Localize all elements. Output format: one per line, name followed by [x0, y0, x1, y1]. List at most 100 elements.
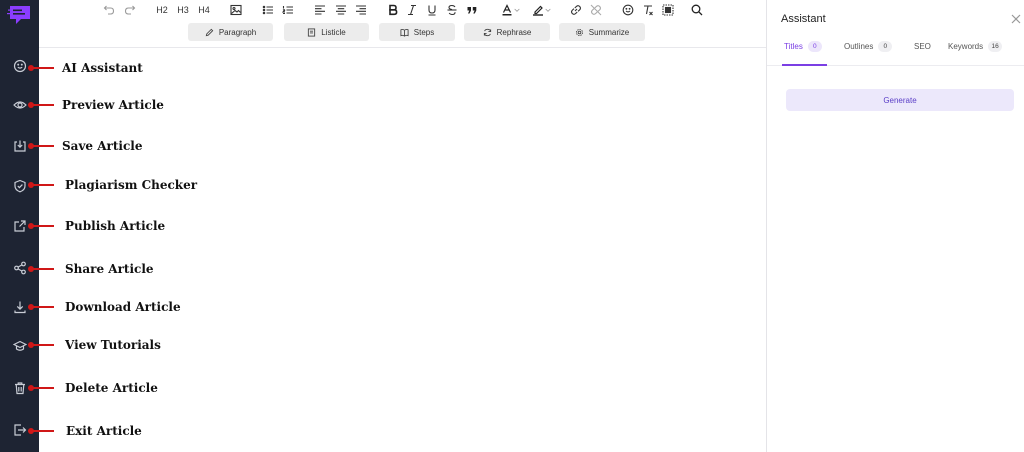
refresh-icon: [483, 28, 491, 36]
trash-icon: [15, 382, 25, 395]
align-left-button[interactable]: [313, 2, 327, 18]
annotation-save-article: Save Article: [28, 138, 142, 154]
annotation-label: Exit Article: [66, 424, 142, 438]
red-arrow-icon: [28, 426, 54, 436]
red-arrow-icon: [28, 100, 54, 110]
generate-button[interactable]: Generate: [786, 89, 1014, 111]
red-arrow-icon: [28, 340, 54, 350]
align-right-icon: [356, 5, 366, 15]
download-icon: [14, 301, 26, 314]
chevron-down-icon: [545, 8, 551, 12]
strikethrough-button[interactable]: [445, 2, 459, 18]
red-arrow-icon: [28, 383, 54, 393]
save-icon: [14, 140, 26, 152]
share-icon: [14, 261, 26, 275]
redo-button[interactable]: [123, 2, 137, 18]
tab-seo[interactable]: SEO: [914, 42, 931, 66]
link-icon: [571, 5, 581, 15]
emoji-icon: [622, 4, 634, 16]
bullet-list-icon: [262, 5, 273, 15]
blockquote-button[interactable]: [465, 2, 479, 18]
paragraph-button[interactable]: Paragraph: [188, 23, 273, 41]
search-icon: [691, 4, 703, 16]
close-icon[interactable]: [1010, 13, 1022, 25]
tab-label: Keywords: [948, 42, 984, 51]
italic-button[interactable]: [405, 2, 419, 18]
book-icon: [400, 28, 409, 37]
tab-titles[interactable]: Titles 0: [782, 41, 827, 66]
align-center-icon: [336, 5, 346, 15]
annotation-ai-assistant: AI Assistant: [28, 60, 143, 76]
assistant-tabs: Titles 0 Outlines 0 SEO Keywords 16: [767, 36, 1024, 66]
tab-keywords[interactable]: Keywords 16: [948, 41, 1003, 66]
assistant-panel: Assistant Titles 0 Outlines 0 SEO Keywor…: [766, 0, 1024, 452]
annotation-label: View Tutorials: [65, 338, 161, 352]
listicle-label: Listicle: [321, 27, 346, 37]
clear-format-button[interactable]: [641, 2, 655, 18]
listicle-button[interactable]: Listicle: [284, 23, 369, 41]
bold-button[interactable]: [386, 2, 400, 18]
count-badge: 16: [988, 41, 1003, 52]
insert-image-button[interactable]: [229, 2, 243, 18]
redo-icon: [124, 5, 136, 15]
app-logo-icon[interactable]: [7, 4, 33, 26]
align-center-button[interactable]: [334, 2, 348, 18]
annotation-view-tutorials: View Tutorials: [28, 337, 161, 353]
tab-outlines[interactable]: Outlines 0: [844, 41, 893, 66]
eye-icon: [13, 101, 27, 109]
clear-format-icon: [644, 5, 653, 16]
summarize-button[interactable]: Summarize: [559, 23, 645, 41]
heading-2-button[interactable]: H2: [154, 2, 170, 18]
editor-toolbar: H2 H3 H4 Paragraph Listicle Steps Rephra…: [39, 0, 766, 48]
annotation-download-article: Download Article: [28, 299, 181, 315]
heading-3-label: H3: [177, 5, 189, 15]
shield-check-icon: [14, 179, 26, 193]
undo-button[interactable]: [102, 2, 116, 18]
heading-2-label: H2: [156, 5, 168, 15]
search-button[interactable]: [690, 2, 704, 18]
red-arrow-icon: [28, 221, 54, 231]
annotation-delete-article: Delete Article: [28, 380, 158, 396]
exit-icon: [14, 424, 27, 436]
strikethrough-icon: [447, 4, 457, 16]
heading-3-button[interactable]: H3: [175, 2, 191, 18]
annotation-label: Publish Article: [65, 219, 166, 233]
bold-icon: [389, 4, 398, 16]
paragraph-label: Paragraph: [218, 27, 257, 37]
steps-button[interactable]: Steps: [379, 23, 455, 41]
tab-label: Titles: [784, 42, 803, 51]
text-color-dropdown[interactable]: [498, 2, 524, 18]
unlink-icon: [590, 4, 602, 16]
annotation-label: Plagiarism Checker: [65, 178, 198, 192]
count-badge: 0: [878, 41, 893, 52]
highlight-color-dropdown[interactable]: [529, 2, 555, 18]
numbered-list-button[interactable]: [281, 2, 295, 18]
italic-icon: [408, 4, 416, 16]
align-right-button[interactable]: [354, 2, 368, 18]
emoji-button[interactable]: [621, 2, 635, 18]
annotation-publish-article: Publish Article: [28, 218, 165, 234]
underline-button[interactable]: [425, 2, 439, 18]
blockquote-icon: [467, 7, 477, 14]
numbered-list-icon: [282, 6, 293, 15]
gear-icon: [575, 28, 583, 36]
insert-link-button[interactable]: [569, 2, 583, 18]
underline-icon: [428, 5, 436, 16]
select-all-button[interactable]: [661, 2, 675, 18]
annotation-label: AI Assistant: [62, 61, 143, 75]
heading-4-button[interactable]: H4: [196, 2, 212, 18]
generate-label: Generate: [883, 95, 917, 105]
rephrase-button[interactable]: Rephrase: [464, 23, 550, 41]
remove-link-button[interactable]: [589, 2, 603, 18]
annotation-label: Download Article: [65, 300, 181, 314]
summarize-label: Summarize: [588, 27, 630, 37]
align-left-icon: [315, 5, 325, 15]
red-arrow-icon: [28, 264, 54, 274]
bullet-list-button[interactable]: [261, 2, 275, 18]
red-arrow-icon: [28, 141, 54, 151]
annotation-label: Delete Article: [65, 381, 158, 395]
graduation-cap-icon: [13, 340, 27, 351]
steps-label: Steps: [413, 27, 435, 37]
chevron-down-icon: [514, 8, 520, 12]
red-arrow-icon: [28, 180, 54, 190]
